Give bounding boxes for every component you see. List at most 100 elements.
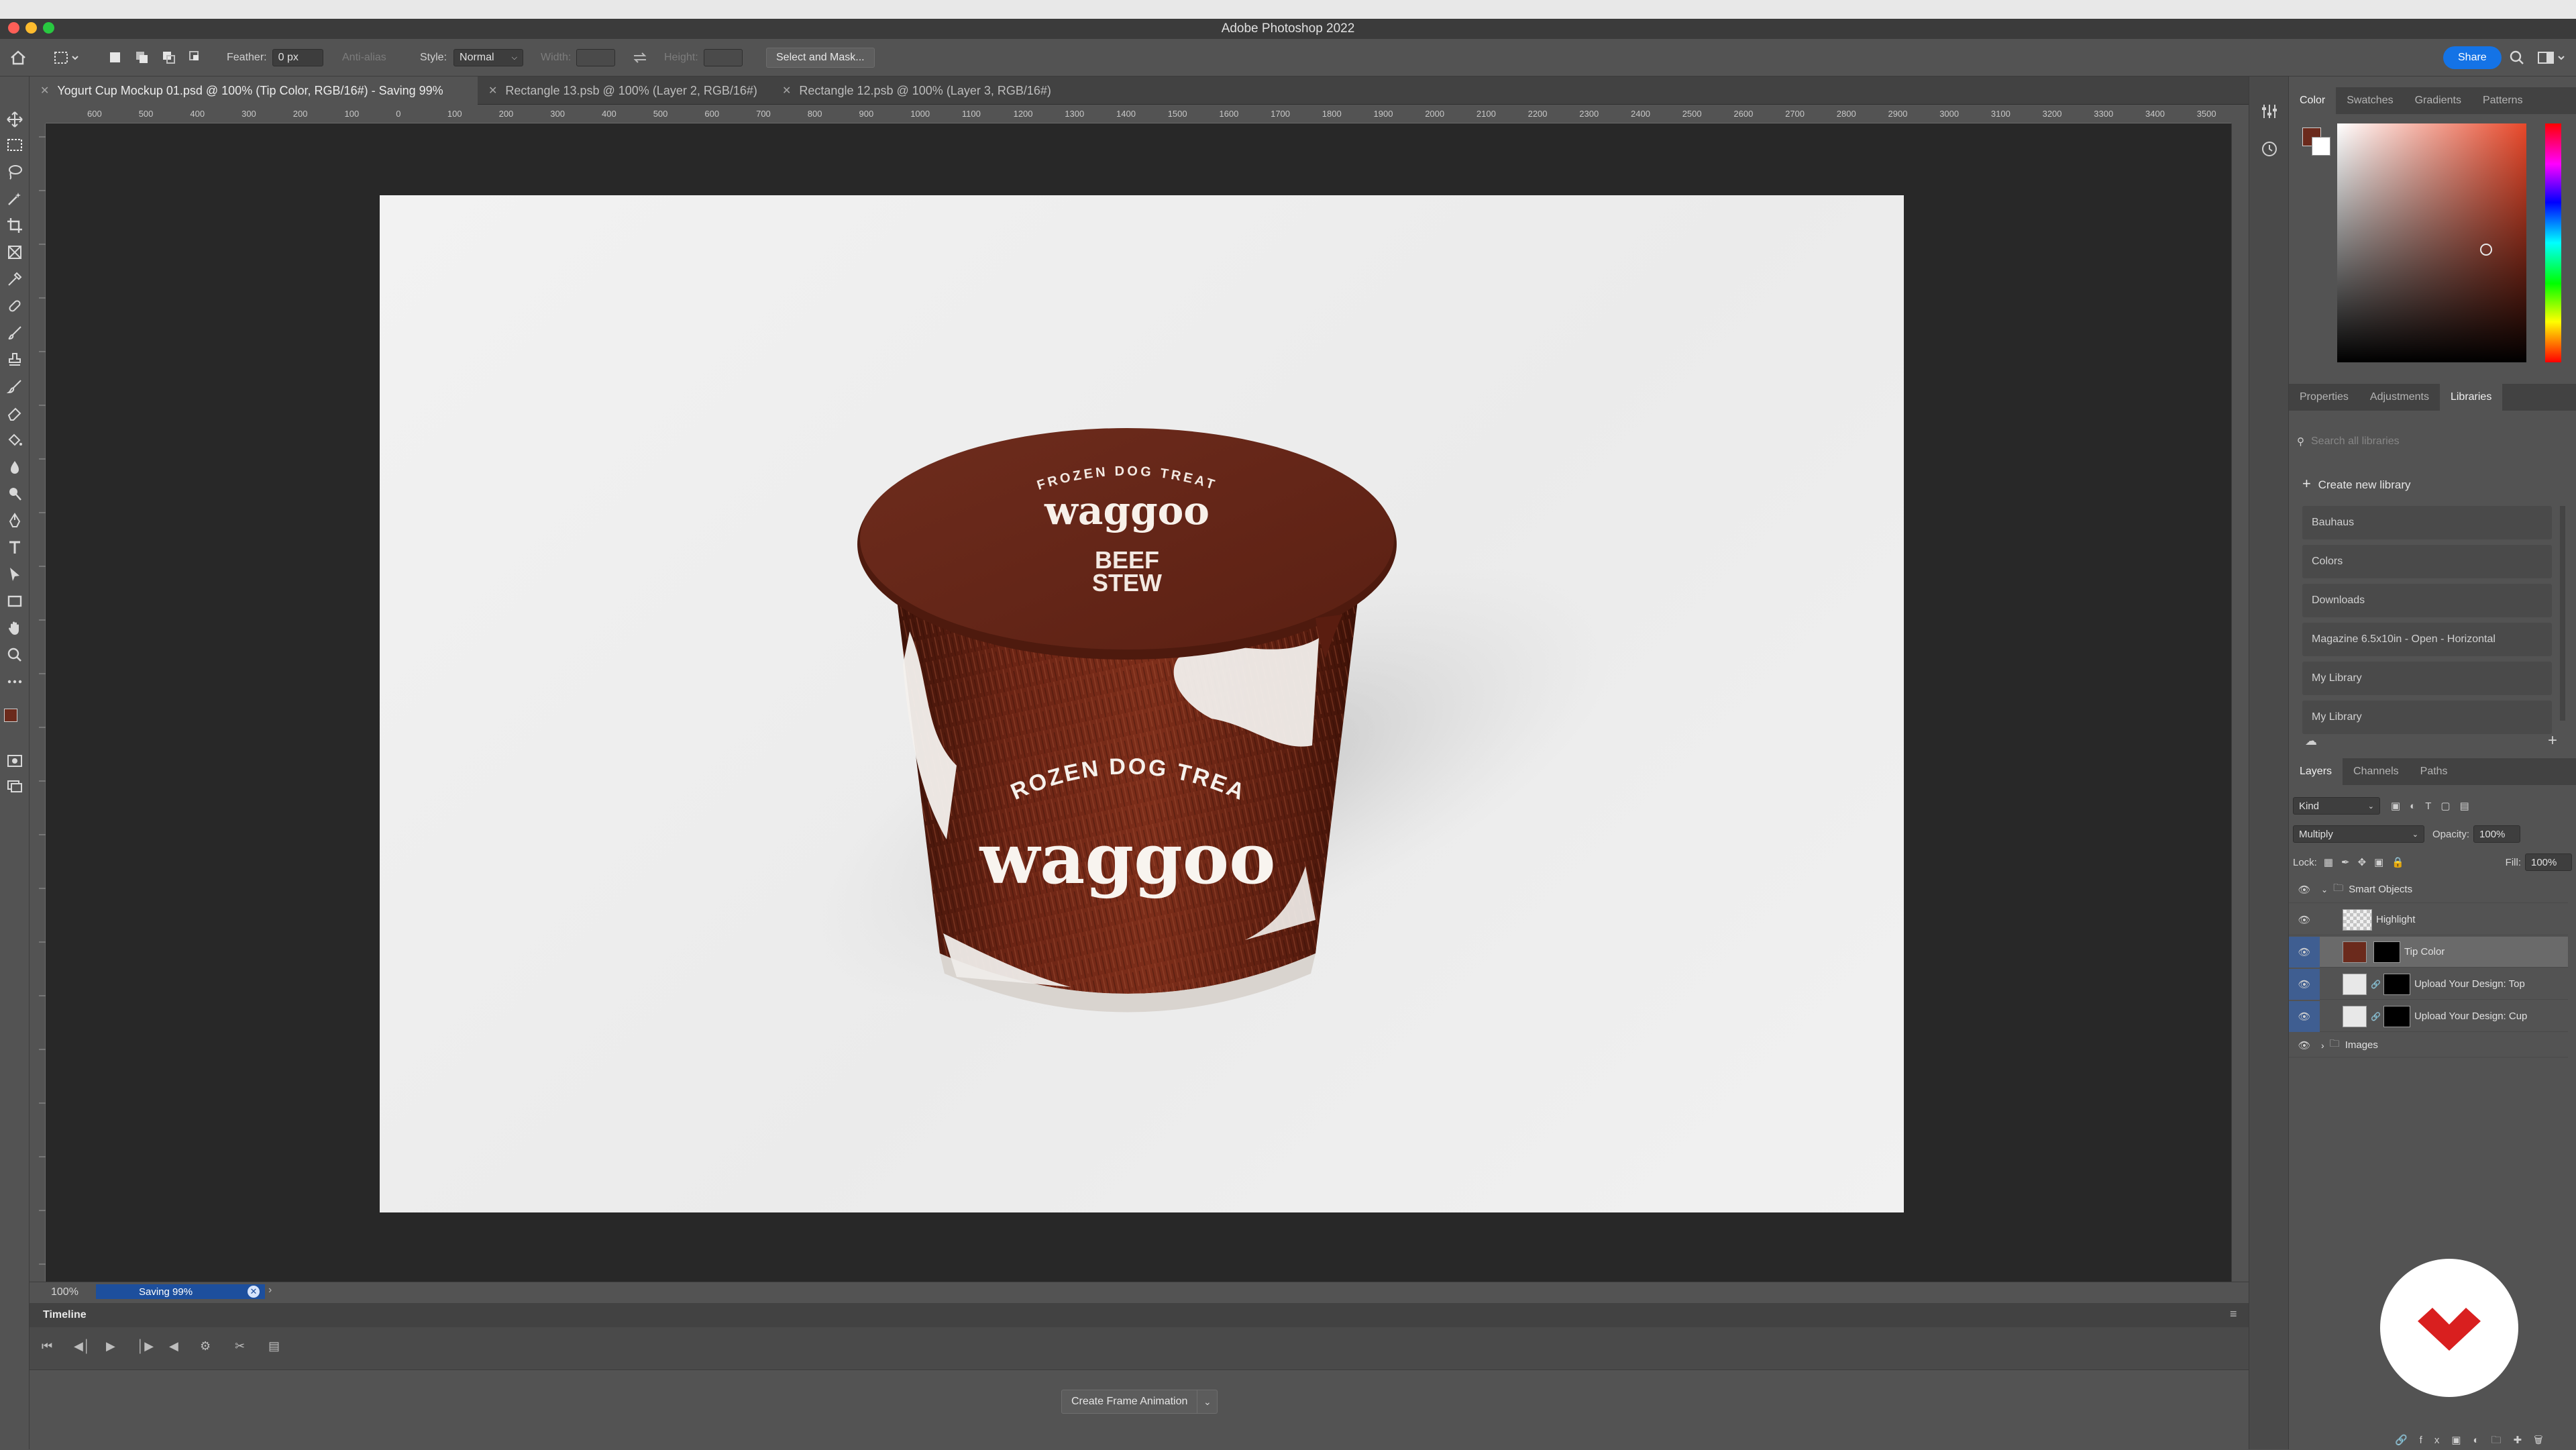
lasso-tool-icon[interactable] [4,161,25,183]
fill-input[interactable]: 100% [2525,853,2572,871]
history-panel-icon[interactable] [2260,140,2279,162]
brush-tool-icon[interactable] [4,322,25,344]
visibility-eye-icon[interactable]: 👁 [2289,904,2320,935]
library-item[interactable]: My Library [2302,662,2552,695]
share-button[interactable]: Share [2443,46,2502,69]
object-selection-tool-icon[interactable] [4,188,25,209]
visibility-eye-icon[interactable]: 👁 [2289,1000,2320,1032]
transition-icon[interactable]: ▤ [268,1339,280,1353]
layer-row-images[interactable]: 👁 › 🗀 Images [2289,1033,2568,1057]
zoom-tool-icon[interactable] [4,644,25,666]
height-input[interactable] [703,49,743,66]
visibility-eye-icon[interactable]: 👁 [2289,1033,2320,1057]
chevron-right-icon[interactable]: › [268,1284,272,1296]
minimize-window-button[interactable] [25,22,37,34]
zoom-window-button[interactable] [43,22,54,34]
panel-menu-icon[interactable]: ≡ [2230,1307,2237,1321]
rectangle-tool-icon[interactable] [4,590,25,612]
swap-dimensions-icon[interactable] [632,48,648,68]
tab-properties[interactable]: Properties [2289,384,2359,411]
color-picker-field[interactable] [2337,123,2526,362]
chevron-right-icon[interactable]: › [2321,1040,2324,1051]
hand-tool-icon[interactable] [4,617,25,639]
layer-filter-icons[interactable]: ▣◐T▢▤ [2391,800,2479,812]
selection-mode-subtract-icon[interactable] [161,48,177,68]
color-picker-handle[interactable] [2480,244,2492,256]
clone-stamp-tool-icon[interactable] [4,349,25,370]
vertical-ruler[interactable] [30,123,46,1282]
close-icon[interactable]: ✕ [40,84,49,97]
tab-swatches[interactable]: Swatches [2336,87,2404,114]
create-new-library-button[interactable]: + Create new library [2302,475,2411,493]
settings-gear-icon[interactable]: ⚙ [200,1339,211,1353]
search-icon[interactable] [2509,48,2525,68]
blend-mode-select[interactable]: Multiply ⌄ [2293,825,2424,843]
selection-mode-add-icon[interactable] [134,48,150,68]
eyedropper-tool-icon[interactable] [4,268,25,290]
foreground-color-swatch[interactable] [4,709,17,722]
library-item[interactable]: Downloads [2302,584,2552,617]
tab-channels[interactable]: Channels [2343,758,2410,785]
type-tool-icon[interactable] [4,537,25,558]
zoom-level[interactable]: 100% [51,1286,78,1298]
frame-tool-icon[interactable] [4,242,25,263]
properties-panel-icon[interactable] [2260,102,2279,124]
selection-mode-new-icon[interactable] [107,48,123,68]
layers-footer-icons[interactable]: 🔗fx▣◐🗀✚🗑 [2395,1433,2569,1450]
path-selection-tool-icon[interactable] [4,564,25,585]
layer-row-smart-objects[interactable]: 👁 ⌄ 🗀 Smart Objects [2289,876,2568,903]
tab-paths[interactable]: Paths [2410,758,2459,785]
cancel-save-icon[interactable]: ✕ [248,1286,260,1298]
chevron-down-icon[interactable]: ⌄ [2321,885,2328,894]
paint-bucket-tool-icon[interactable] [4,429,25,451]
close-icon[interactable]: ✕ [488,84,497,97]
libraries-scrollbar[interactable] [2560,506,2565,721]
lock-options-icons[interactable]: ▦✒✥▣🔒 [2324,856,2412,868]
color-swatches[interactable] [4,709,25,731]
style-select[interactable]: Normal ⌵ [453,49,524,66]
document-canvas[interactable]: FROZEN DOG TREAT waggoo FROZEN DOG TREAT… [372,175,1904,1212]
library-item[interactable]: My Library [2302,701,2552,734]
scissors-icon[interactable]: ✂ [235,1339,245,1353]
visibility-eye-icon[interactable]: 👁 [2289,968,2320,1000]
eraser-tool-icon[interactable] [4,403,25,424]
pen-tool-icon[interactable] [4,510,25,531]
library-search-input[interactable]: ⚲ Search all libraries [2297,429,2565,454]
layer-filter-select[interactable]: Kind ⌄ [2293,797,2380,815]
close-window-button[interactable] [8,22,19,34]
visibility-eye-icon[interactable]: 👁 [2289,874,2320,905]
play-icon[interactable]: ▶ [106,1339,115,1353]
next-frame-icon[interactable]: │▶ [137,1339,154,1353]
dodge-tool-icon[interactable] [4,483,25,505]
tab-layers[interactable]: Layers [2289,758,2343,785]
previous-frame-icon[interactable]: ◀│ [74,1339,91,1353]
chevron-down-icon[interactable]: ⌄ [1197,1390,1218,1414]
workspace-icon[interactable] [2537,48,2568,68]
select-and-mask-button[interactable]: Select and Mask... [766,48,875,68]
tab-rectangle-12[interactable]: ✕ Rectangle 12.psb @ 100% (Layer 3, RGB/… [771,76,1067,105]
screen-mode-icon[interactable] [4,776,25,797]
anti-alias-checkbox[interactable]: Anti-alias [342,48,386,68]
healing-brush-tool-icon[interactable] [4,295,25,317]
move-tool-icon[interactable] [4,109,25,130]
layer-row-upload-top[interactable]: 👁 🔗 Upload Your Design: Top [2289,968,2568,1000]
hue-slider[interactable] [2545,123,2561,362]
opacity-input[interactable]: 100% [2473,825,2521,843]
selection-mode-intersect-icon[interactable] [188,48,204,68]
history-brush-tool-icon[interactable] [4,376,25,397]
tab-yogurt-cup-mockup[interactable]: ✕ Yogurt Cup Mockup 01.psd @ 100% (Tip C… [30,76,478,105]
layer-row-tip-color[interactable]: 👁 Tip Color [2289,936,2568,968]
marquee-tool-preset-icon[interactable] [54,48,80,68]
library-item[interactable]: Magazine 6.5x10in - Open - Horizontal [2302,623,2552,656]
library-item[interactable]: Bauhaus [2302,506,2552,539]
crop-tool-icon[interactable] [4,215,25,236]
horizontal-ruler[interactable]: 600 500 400 300 200 100 0 100 200 300 400 500 600 700… [46,105,2231,123]
add-library-icon[interactable]: + [2548,731,2557,750]
feather-input[interactable]: 0 px [272,49,323,66]
layer-row-highlight[interactable]: 👁 Highlight [2289,904,2568,935]
more-tools-icon[interactable] [4,671,25,692]
close-icon[interactable]: ✕ [782,84,791,97]
first-frame-icon[interactable]: ⏮ [42,1339,52,1353]
tab-adjustments[interactable]: Adjustments [2359,384,2440,411]
tab-color[interactable]: Color [2289,87,2337,114]
